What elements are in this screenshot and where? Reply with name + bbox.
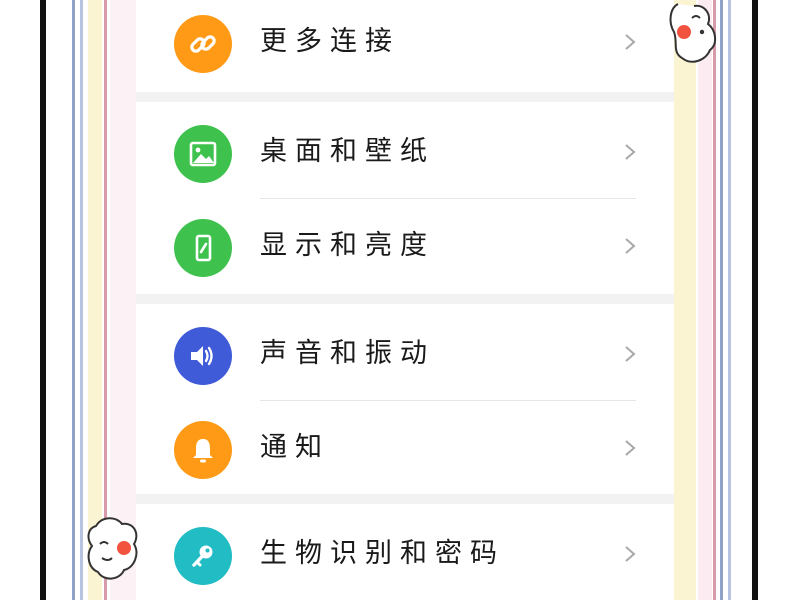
bell-icon [174, 421, 232, 479]
chevron-right-icon [625, 546, 636, 562]
cute-doodle-icon [87, 517, 138, 580]
chevron-right-icon [625, 440, 636, 456]
key-icon [174, 527, 232, 585]
settings-item-label: 更多连接 [260, 26, 400, 57]
settings-item-notifications[interactable]: 通知 [136, 398, 674, 498]
decor-stripe [720, 0, 723, 600]
settings-group: 桌面和壁纸 显示和亮度 [136, 102, 674, 294]
settings-item-label: 声音和振动 [260, 338, 435, 369]
link-icon [174, 15, 232, 73]
decor-stripe [698, 0, 712, 600]
speaker-icon [174, 327, 232, 385]
settings-group: 声音和振动 通知 [136, 304, 674, 494]
settings-item-desktop-wallpaper[interactable]: 桌面和壁纸 [136, 102, 674, 202]
phone-frame-right [752, 0, 758, 600]
decor-stripe [110, 0, 136, 600]
settings-item-display-brightness[interactable]: 显示和亮度 [136, 196, 674, 296]
decor-stripe [80, 0, 83, 600]
cute-doodle-icon [669, 3, 716, 63]
settings-item-label: 桌面和壁纸 [260, 136, 435, 167]
settings-group: 生物识别和密码 [136, 504, 674, 600]
decor-stripe [88, 0, 102, 600]
chevron-right-icon [625, 34, 636, 50]
chevron-right-icon [625, 238, 636, 254]
settings-item-label: 生物识别和密码 [260, 538, 505, 569]
phone-brightness-icon [174, 219, 232, 277]
phone-frame-left [40, 0, 46, 600]
decor-stripe [728, 0, 731, 600]
chevron-right-icon [625, 346, 636, 362]
decor-stripe [713, 0, 716, 600]
settings-item-biometrics-password[interactable]: 生物识别和密码 [136, 504, 674, 600]
decor-stripe [104, 0, 107, 600]
decor-stripe [674, 0, 696, 600]
chevron-right-icon [625, 144, 636, 160]
settings-item-label: 显示和亮度 [260, 230, 435, 261]
image-icon [174, 125, 232, 183]
settings-list: 更多连接 桌面和壁纸 显示和亮度 声音和振动 通知 生物识别和密码 [136, 0, 674, 600]
settings-item-sound-vibration[interactable]: 声音和振动 [136, 304, 674, 404]
settings-group: 更多连接 [136, 0, 674, 92]
decor-stripe [72, 0, 75, 600]
settings-item-more-connections[interactable]: 更多连接 [136, 0, 674, 92]
settings-item-label: 通知 [260, 432, 330, 463]
